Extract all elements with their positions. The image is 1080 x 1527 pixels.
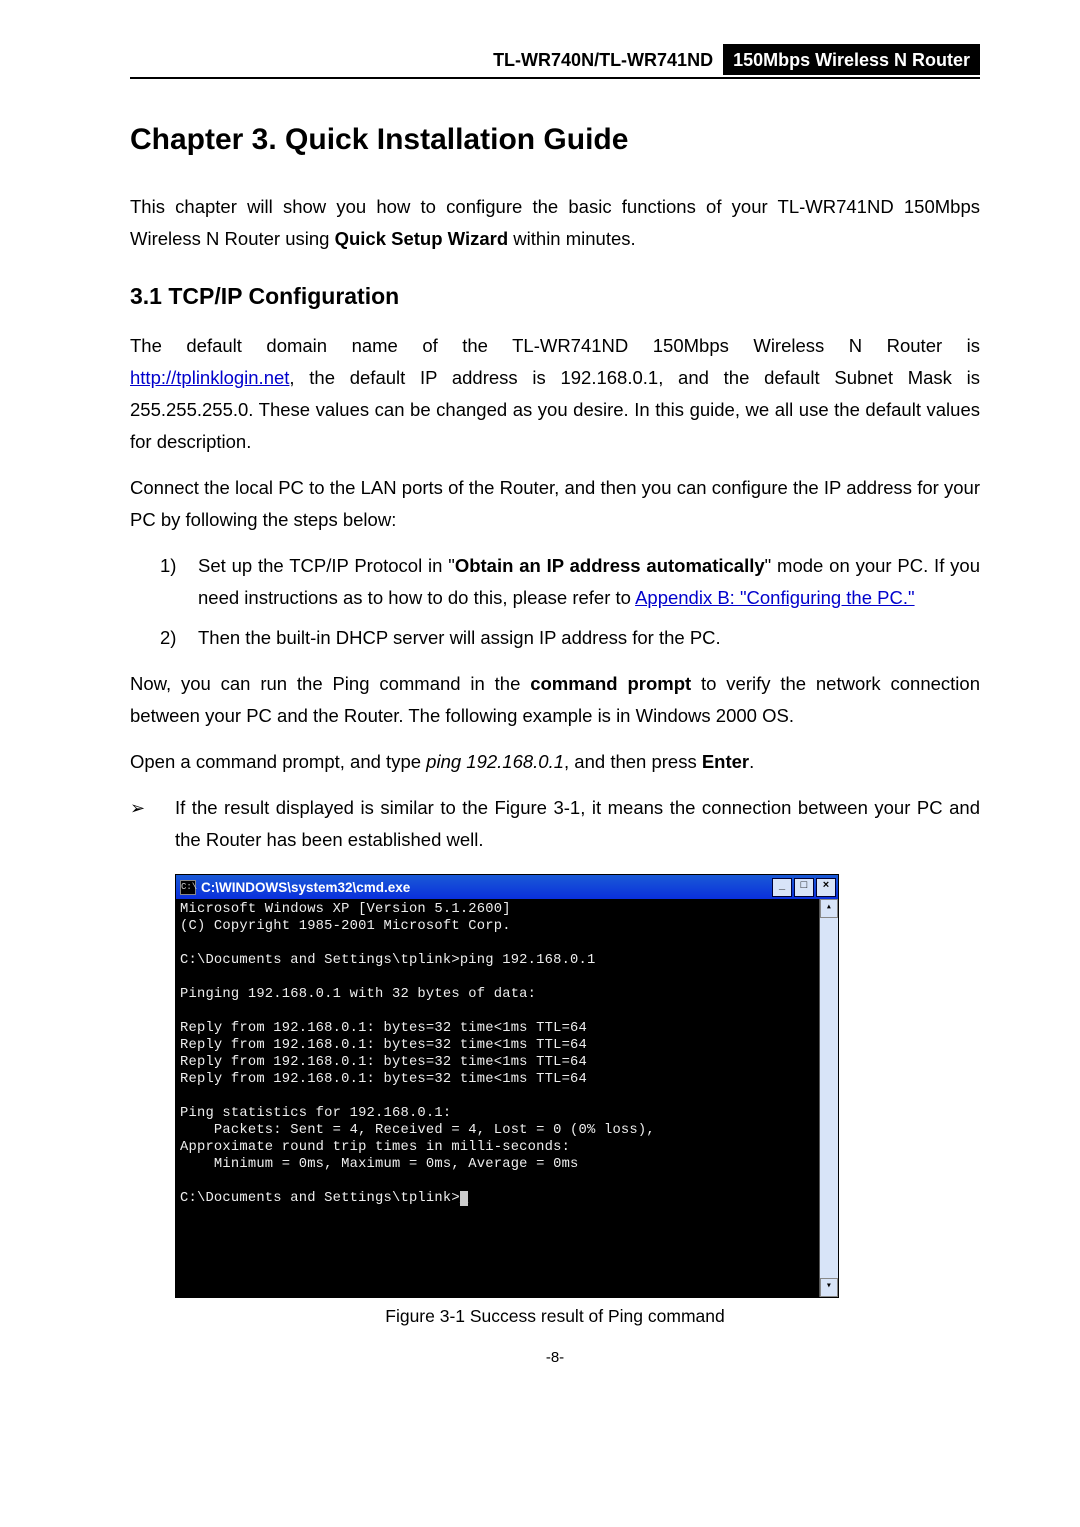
paragraph-open: Open a command prompt, and type ping 192… — [130, 746, 980, 778]
header-model: TL-WR740N/TL-WR741ND — [130, 44, 723, 75]
text-bold: Quick Setup Wizard — [335, 228, 509, 249]
header-product: 150Mbps Wireless N Router — [723, 44, 980, 75]
chapter-title: Chapter 3. Quick Installation Guide — [130, 123, 980, 157]
cmd-titlebar: C:\ C:\WINDOWS\system32\cmd.exe _ □ × — [176, 875, 838, 899]
text: If the result displayed is similar to th… — [175, 797, 495, 818]
scroll-track[interactable] — [820, 918, 838, 1278]
text-bold: Obtain an IP address automatically — [455, 555, 765, 576]
text-bold: command prompt — [530, 673, 691, 694]
cmd-icon: C:\ — [180, 880, 196, 895]
text: Open a command prompt, and type — [130, 751, 426, 772]
step-number: 1) — [160, 550, 176, 582]
cmd-title-text: C:\WINDOWS\system32\cmd.exe — [201, 880, 772, 895]
text: within minutes. — [508, 228, 636, 249]
step-2: 2) Then the built-in DHCP server will as… — [130, 622, 980, 654]
result-item: ➢ If the result displayed is similar to … — [130, 792, 980, 856]
close-button[interactable]: × — [816, 878, 836, 897]
section-title: 3.1 TCP/IP Configuration — [130, 283, 980, 310]
cursor-icon: _ — [460, 1191, 468, 1206]
scroll-up-icon[interactable]: ▴ — [820, 899, 838, 918]
text: Set up the TCP/IP Protocol in " — [198, 555, 455, 576]
page-number: -8- — [130, 1349, 980, 1366]
steps-list: 1) Set up the TCP/IP Protocol in "Obtain… — [130, 550, 980, 654]
result-list: ➢ If the result displayed is similar to … — [130, 792, 980, 856]
figure-caption: Figure 3-1 Success result of Ping comman… — [130, 1306, 980, 1327]
text-bold: Enter — [702, 751, 749, 772]
paragraph-default: The default domain name of the TL-WR741N… — [130, 330, 980, 458]
text: The default domain name of the TL-WR741N… — [130, 335, 980, 356]
text-italic: ping 192.168.0.1 — [426, 751, 564, 772]
figure-ref: Figure 3-1 — [495, 797, 581, 818]
header-rule — [130, 77, 980, 79]
text: . — [749, 751, 754, 772]
cmd-window: C:\ C:\WINDOWS\system32\cmd.exe _ □ × Mi… — [175, 874, 839, 1298]
step-number: 2) — [160, 622, 176, 654]
maximize-button[interactable]: □ — [794, 878, 814, 897]
text: Now, you can run the Ping command in the — [130, 673, 530, 694]
cmd-scrollbar[interactable]: ▴ ▾ — [819, 899, 838, 1297]
arrow-icon: ➢ — [130, 792, 145, 824]
paragraph-now: Now, you can run the Ping command in the… — [130, 668, 980, 732]
intro-paragraph: This chapter will show you how to config… — [130, 191, 980, 255]
cmd-output: Microsoft Windows XP [Version 5.1.2600] … — [180, 902, 655, 1206]
scroll-down-icon[interactable]: ▾ — [820, 1278, 838, 1297]
link-tplinklogin[interactable]: http://tplinklogin.net — [130, 367, 289, 388]
link-appendix-b[interactable]: Appendix B: "Configuring the PC." — [635, 587, 915, 608]
text: Then the built-in DHCP server will assig… — [198, 627, 721, 648]
page-header: TL-WR740N/TL-WR741ND 150Mbps Wireless N … — [130, 44, 980, 75]
cmd-body: Microsoft Windows XP [Version 5.1.2600] … — [176, 899, 838, 1297]
step-1: 1) Set up the TCP/IP Protocol in "Obtain… — [130, 550, 980, 614]
paragraph-connect: Connect the local PC to the LAN ports of… — [130, 472, 980, 536]
text: , and then press — [564, 751, 702, 772]
minimize-button[interactable]: _ — [772, 878, 792, 897]
